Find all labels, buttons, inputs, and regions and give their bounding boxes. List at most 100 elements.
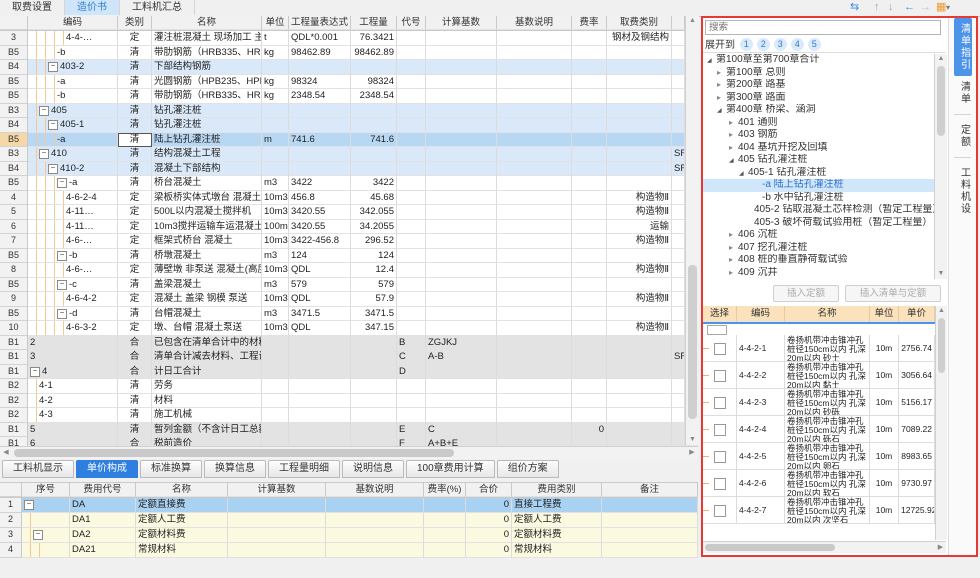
table-row[interactable]: 54-11…定500L以内混凝土搅拌机10m33420.55342.055构造物…: [0, 205, 698, 220]
code-cell[interactable]: −403-2: [28, 60, 118, 75]
base-note-cell[interactable]: [497, 423, 572, 438]
tree-item[interactable]: 405-3 破坏荷载试验用桩（暂定工程量）: [703, 217, 934, 230]
table-row[interactable]: 64-11…定10m3搅拌运输车运混凝土 第一个1km100m33420.553…: [0, 220, 698, 235]
price-scroll-up-icon[interactable]: ▲: [936, 306, 947, 316]
rate-cell[interactable]: [572, 249, 607, 264]
row-header[interactable]: B1: [0, 423, 28, 438]
category-cell[interactable]: 合: [118, 350, 152, 365]
clipped-cell[interactable]: [672, 75, 685, 90]
price-value-cell[interactable]: 8983.65: [899, 443, 935, 470]
unit-cell[interactable]: [262, 423, 289, 438]
table-row[interactable]: B1−4合计日工合计D: [0, 365, 698, 380]
code-letter-cell[interactable]: [397, 104, 426, 119]
rate-cell[interactable]: [572, 75, 607, 90]
rate-cell[interactable]: 0: [572, 423, 607, 438]
tree-item[interactable]: ▸408 桩的垂直静荷载试验: [703, 254, 934, 267]
grid-vscroll-thumb[interactable]: [688, 265, 697, 419]
detail-tab-组价方案[interactable]: 组价方案: [497, 460, 559, 478]
fee-category-cell[interactable]: 构造物Ⅱ: [607, 263, 672, 278]
tree-item[interactable]: ▸404 基坑开挖及回填: [703, 142, 934, 155]
table-row[interactable]: B24-3清施工机械: [0, 408, 698, 423]
row-header[interactable]: B3: [0, 104, 28, 119]
detail-tab-工程量明细[interactable]: 工程量明细: [268, 460, 340, 478]
table-row[interactable]: B13合清单合计减去材料、工程设备、专业工…CA-BSR: [0, 350, 698, 365]
category-cell[interactable]: 合: [118, 336, 152, 351]
fee-category-cell[interactable]: 直接工程费: [512, 498, 602, 513]
quantity-expression-cell[interactable]: [289, 147, 351, 162]
rate-cell[interactable]: [572, 365, 607, 380]
rate-cell[interactable]: [572, 336, 607, 351]
name-cell[interactable]: 清单合计减去材料、工程设备、专业工…: [152, 350, 262, 365]
code-letter-cell[interactable]: [397, 307, 426, 322]
category-cell[interactable]: 定: [118, 263, 152, 278]
clipped-cell[interactable]: [672, 408, 685, 423]
clipped-cell[interactable]: [672, 176, 685, 191]
rate-cell[interactable]: [572, 307, 607, 322]
grid-horizontal-scrollbar[interactable]: ◀ ▶: [0, 446, 698, 459]
unit-cell[interactable]: 10m3: [262, 205, 289, 220]
base-note-cell[interactable]: [497, 379, 572, 394]
fee-remark-cell[interactable]: [602, 543, 698, 558]
tree-expanded-icon[interactable]: ◢: [707, 55, 716, 67]
table-row[interactable]: B5−-a清桥台混凝土m334223422: [0, 176, 698, 191]
fee-base-note-cell[interactable]: [326, 528, 424, 543]
price-row[interactable]: 4-4-2-7卷扬机带冲击锥冲孔 桩径150cm以内 孔深20m以内 次坚石10…: [703, 497, 935, 524]
code-cell[interactable]: −405: [28, 104, 118, 119]
clipped-cell[interactable]: [672, 365, 685, 380]
fee-row-number[interactable]: 1: [0, 498, 22, 513]
base-note-cell[interactable]: [497, 46, 572, 61]
quantity-expression-cell[interactable]: [289, 437, 351, 446]
quantity-expression-cell[interactable]: [289, 336, 351, 351]
code-cell[interactable]: -b: [28, 46, 118, 61]
quantity-cell[interactable]: [351, 104, 397, 119]
tab-取费设置[interactable]: 取费设置: [0, 0, 65, 15]
unit-cell[interactable]: 10m3…: [262, 234, 289, 249]
quantity-expression-cell[interactable]: [289, 60, 351, 75]
view-icon[interactable]: ▦: [936, 1, 946, 14]
fee-seq-cell[interactable]: [22, 543, 70, 558]
price-value-cell[interactable]: 9730.97: [899, 470, 935, 497]
unit-cell[interactable]: [262, 336, 289, 351]
category-cell[interactable]: 定: [118, 234, 152, 249]
tree-collapsed-icon[interactable]: ▸: [717, 92, 726, 105]
name-cell[interactable]: 混凝土 盖梁 钢模 泵送: [152, 292, 262, 307]
quantity-cell[interactable]: 57.9: [351, 292, 397, 307]
unit-cell[interactable]: m3: [262, 249, 289, 264]
collapse-icon[interactable]: −: [33, 530, 43, 540]
fee-category-cell[interactable]: [607, 365, 672, 380]
code-cell[interactable]: 4-4-…: [28, 31, 118, 46]
tree-item[interactable]: ◢405 钻孔灌注桩: [703, 154, 934, 167]
row-header[interactable]: B5: [0, 278, 28, 293]
name-cell[interactable]: 劳务: [152, 379, 262, 394]
category-cell[interactable]: 定: [118, 220, 152, 235]
fee-category-cell[interactable]: [607, 89, 672, 104]
name-cell[interactable]: 暂列金额（不含计日工总额）: [152, 423, 262, 438]
quantity-cell[interactable]: [351, 365, 397, 380]
table-row[interactable]: B5-a清光圆钢筋（HPB235、HPB300）kg9832498324: [0, 75, 698, 90]
row-header[interactable]: B5: [0, 133, 28, 148]
table-row[interactable]: 34-4-…定灌注桩混凝土 现场加工 主筋钢筋笼连接tQDL*0.00176.3…: [0, 31, 698, 46]
rate-cell[interactable]: [572, 278, 607, 293]
calc-base-cell[interactable]: [426, 321, 497, 336]
fee-category-cell[interactable]: 构造物Ⅱ: [607, 321, 672, 336]
code-letter-cell[interactable]: [397, 408, 426, 423]
category-cell[interactable]: 清: [118, 249, 152, 264]
fee-category-cell[interactable]: [607, 104, 672, 119]
fee-category-cell[interactable]: [607, 133, 672, 148]
category-cell[interactable]: 清: [118, 278, 152, 293]
name-cell[interactable]: 计日工合计: [152, 365, 262, 380]
calc-base-cell[interactable]: [426, 379, 497, 394]
move-down-icon[interactable]: ↓: [888, 1, 894, 14]
name-cell[interactable]: 材料: [152, 394, 262, 409]
tree-expanded-icon[interactable]: ◢: [729, 155, 738, 167]
table-row[interactable]: 44-6-2-4定梁板桥实体式墩台 混凝土(高10m内)10m3…456.845…: [0, 191, 698, 206]
collapse-icon[interactable]: −: [48, 62, 58, 72]
unit-cell[interactable]: m: [262, 133, 289, 148]
rate-cell[interactable]: [572, 191, 607, 206]
rate-cell[interactable]: [572, 234, 607, 249]
calc-base-cell[interactable]: [426, 89, 497, 104]
clipped-cell[interactable]: [672, 321, 685, 336]
name-cell[interactable]: 薄壁墩 非泵送 混凝土(高度20m以内): [152, 263, 262, 278]
quantity-cell[interactable]: [351, 423, 397, 438]
clipped-cell[interactable]: [672, 46, 685, 61]
